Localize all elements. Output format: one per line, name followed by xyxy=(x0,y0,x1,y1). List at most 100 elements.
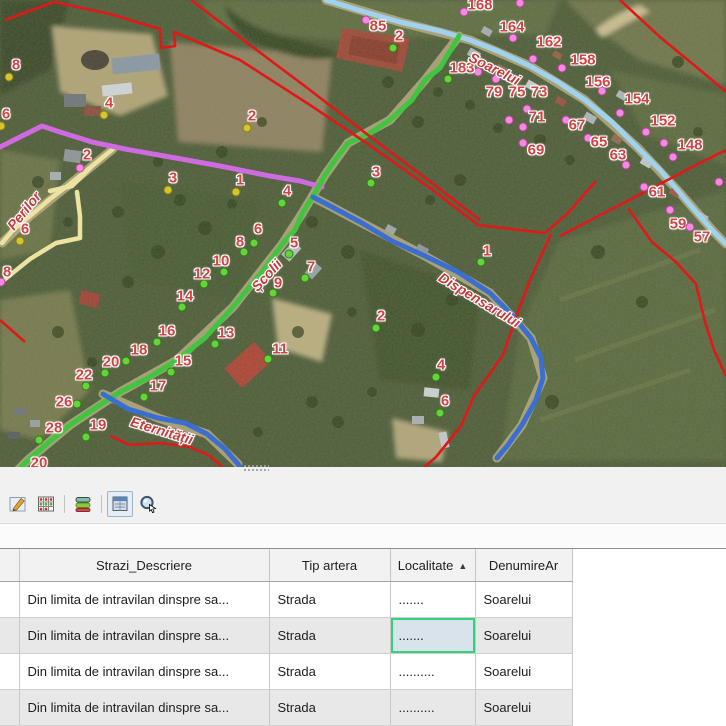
map-point-2[interactable] xyxy=(76,164,85,173)
map-point-label: 10 xyxy=(213,253,230,270)
map-point-label: 8 xyxy=(12,57,20,74)
sort-ascending-icon: ▲ xyxy=(458,561,467,571)
map-point[interactable] xyxy=(516,0,525,8)
map-point-26[interactable] xyxy=(73,400,82,409)
cell-strazi-descriere[interactable]: Din limita de intravilan dinspre sa... xyxy=(19,582,269,618)
map-point[interactable] xyxy=(444,75,453,84)
map-point-2[interactable] xyxy=(389,44,398,53)
map-point-61[interactable] xyxy=(640,183,649,192)
column-header-strazi-descriere[interactable]: Strazi_Descriere xyxy=(19,549,269,582)
cell-denumirear[interactable]: Soarelui xyxy=(475,618,572,654)
map-point-label: 71 xyxy=(529,109,546,126)
map-point-6[interactable] xyxy=(250,239,259,248)
map-point-label: 2 xyxy=(395,28,403,45)
map-point-17[interactable] xyxy=(140,393,149,402)
cell-tip-artera[interactable]: Strada xyxy=(269,690,390,726)
map-point-label: 5 xyxy=(290,235,298,252)
attribute-table-button[interactable] xyxy=(33,491,59,517)
cell-tip-artera[interactable]: Strada xyxy=(269,654,390,690)
cell-denumirear[interactable]: Soarelui xyxy=(475,690,572,726)
map-point-19[interactable] xyxy=(82,433,91,442)
map-point-158[interactable] xyxy=(558,64,567,73)
map-point-59[interactable] xyxy=(666,206,675,215)
map-point-label: 6 xyxy=(2,106,10,123)
map-point-label: 158 xyxy=(570,52,595,69)
map-point-71[interactable] xyxy=(519,123,528,132)
panel-splitter-grip[interactable] xyxy=(243,464,269,472)
map-point-label: 14 xyxy=(177,288,194,305)
column-label: Localitate xyxy=(398,558,454,573)
map-point-label: 168 xyxy=(467,0,492,14)
cell-denumirear[interactable]: Soarelui xyxy=(475,582,572,618)
map-point-label: 156 xyxy=(585,74,610,91)
cell-localitate[interactable]: .......... xyxy=(390,690,475,726)
map-point-label: 148 xyxy=(677,137,702,154)
map-point-label: 3 xyxy=(169,170,177,187)
map-point-2[interactable] xyxy=(243,124,252,133)
map-point-69[interactable] xyxy=(519,139,528,148)
cell-tip-artera[interactable]: Strada xyxy=(269,618,390,654)
cell-localitate-selected[interactable]: ....... xyxy=(390,618,475,654)
cell-strazi-descriere[interactable]: Din limita de intravilan dinspre sa... xyxy=(19,618,269,654)
map-point-152[interactable] xyxy=(642,128,651,137)
map-point-8[interactable] xyxy=(5,73,14,82)
map-point[interactable] xyxy=(715,178,724,187)
map-point-label: 57 xyxy=(694,229,711,246)
street-label: Eternității xyxy=(129,413,195,447)
map-point[interactable] xyxy=(660,139,669,148)
map-point-label: 6 xyxy=(254,221,262,238)
map-point-162[interactable] xyxy=(529,55,538,64)
map-point-148[interactable] xyxy=(669,153,678,162)
row-selector-header[interactable] xyxy=(0,549,19,582)
row-selector[interactable] xyxy=(0,690,19,726)
map-point-label: 11 xyxy=(272,341,288,358)
row-selector[interactable] xyxy=(0,618,19,654)
zoom-to-selection-button[interactable] xyxy=(135,491,161,517)
map-point-label: 65 xyxy=(591,134,608,151)
map-point-label: 164 xyxy=(499,19,524,36)
show-selected-records-button[interactable] xyxy=(70,491,96,517)
map-point-label: 20 xyxy=(31,455,48,469)
cell-localitate[interactable]: ....... xyxy=(390,582,475,618)
map-point-6[interactable] xyxy=(436,409,445,418)
map-point-label: 18 xyxy=(131,342,148,359)
attribute-table-icon xyxy=(36,494,56,514)
map-point-label: 162 xyxy=(536,34,561,51)
map-point-154[interactable] xyxy=(616,109,625,118)
map-point-3[interactable] xyxy=(164,186,173,195)
column-header-localitate[interactable]: Localitate ▲ xyxy=(390,549,475,582)
cell-tip-artera[interactable]: Strada xyxy=(269,582,390,618)
edit-features-icon xyxy=(8,494,28,514)
map-point-label: 1 xyxy=(236,172,244,189)
map-view[interactable]: 1688521641621581831567975737115415214867… xyxy=(0,0,726,468)
map-point-4[interactable] xyxy=(432,373,441,382)
column-label: Strazi_Descriere xyxy=(96,558,192,573)
map-point-75[interactable] xyxy=(505,116,514,125)
feature-form-button[interactable] xyxy=(107,491,133,517)
row-selector[interactable] xyxy=(0,582,19,618)
map-point-label: 15 xyxy=(175,353,192,370)
cell-denumirear[interactable]: Soarelui xyxy=(475,654,572,690)
cell-localitate[interactable]: .......... xyxy=(390,654,475,690)
map-point-1[interactable] xyxy=(232,188,241,197)
map-point-label: 16 xyxy=(159,323,176,340)
table-row: Din limita de intravilan dinspre sa... S… xyxy=(0,654,572,690)
map-point-6[interactable] xyxy=(0,122,6,131)
toolbar-subarea xyxy=(0,524,726,548)
map-point-4[interactable] xyxy=(278,199,287,208)
map-point-label: 2 xyxy=(83,147,91,164)
edit-features-button[interactable] xyxy=(5,491,31,517)
row-selector[interactable] xyxy=(0,654,19,690)
map-point-28[interactable] xyxy=(35,436,44,445)
column-header-tip-artera[interactable]: Tip artera xyxy=(269,549,390,582)
map-point-label: 7 xyxy=(307,259,315,276)
toolbar-separator xyxy=(64,495,65,513)
map-point-18[interactable] xyxy=(122,357,131,366)
column-header-denumirear[interactable]: DenumireAr xyxy=(475,549,572,582)
street-label: Dispensarului xyxy=(436,269,524,330)
cell-strazi-descriere[interactable]: Din limita de intravilan dinspre sa... xyxy=(19,690,269,726)
cell-strazi-descriere[interactable]: Din limita de intravilan dinspre sa... xyxy=(19,654,269,690)
map-point-6[interactable] xyxy=(16,237,25,246)
map-point-2[interactable] xyxy=(372,324,381,333)
map-point-4[interactable] xyxy=(100,111,109,120)
